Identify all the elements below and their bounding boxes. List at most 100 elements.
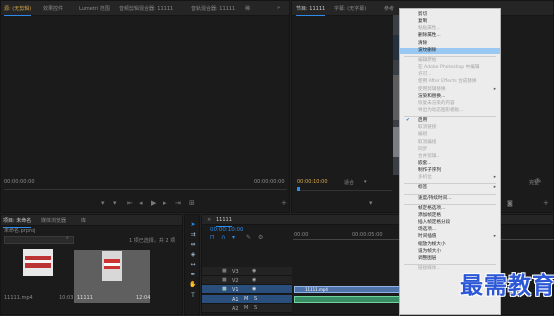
track-header-a2[interactable]: A2 M S [202,304,292,313]
overflow-icon[interactable]: » [277,5,280,11]
tab-captions[interactable]: 字幕: (无字幕) [334,5,366,12]
menu-item[interactable]: 设为帧大小 [400,249,500,255]
program-scrubber[interactable] [297,190,392,191]
wrench-icon[interactable]: ✎ [536,177,542,185]
lock-icon[interactable]: ■ [222,277,227,283]
thumbnail-image [25,260,51,263]
menu-item[interactable]: 删除属性... [400,33,500,39]
tab-audio-clip-mixer[interactable]: 音频剪辑混合器: 11111 [119,5,173,12]
program-add-icon[interactable]: + [543,199,549,207]
tools-panel: ➤ ⇉ ⇹ ◈ ↔ ✒ ✋ T [184,214,200,315]
menu-item: 粘贴属性... [400,26,500,32]
menu-item[interactable]: 制作子序列 [400,168,500,174]
menu-item[interactable]: 缩放为帧大小 [400,242,500,248]
menu-item-label: 调整图层 [418,255,437,261]
track-header-v1[interactable]: V1 ■ ◉ [202,285,292,294]
menu-item[interactable]: 波纹删除 [400,47,500,54]
go-to-out-icon[interactable]: ⇥ [175,199,181,207]
video-clip[interactable]: 11111.mp4 [294,286,400,293]
menu-item: 恢复未渲染的内容 [400,101,500,107]
mark-out-icon[interactable]: ▾ [113,199,117,207]
play-icon[interactable]: ▶ [151,199,156,207]
tab-lumetri-scopes[interactable]: Lumetri 范围 [79,5,110,12]
project-item-thumbnail[interactable] [23,249,53,276]
tab-libraries[interactable]: 库 [81,217,86,224]
menu-item[interactable]: 复制 [400,19,500,25]
menu-separator [404,263,496,265]
linked-selection-icon[interactable]: ∩ [221,234,225,241]
hand-tool-icon[interactable]: ✋ [189,281,197,289]
export-frame-icon[interactable]: ◙ [507,200,513,207]
go-to-in-icon[interactable]: ⇤ [127,199,133,207]
tab-program[interactable]: 节目: 11111 [296,5,326,16]
add-marker-icon[interactable]: ▾ [232,234,235,241]
tab-audio-track-mixer[interactable]: 音轨混合器: 11111 [191,5,235,12]
program-fit-select[interactable]: 适合 [344,179,354,186]
eye-icon[interactable]: ◉ [252,286,256,292]
menu-item[interactable]: 启用 ✔ [400,118,500,124]
source-add-icon[interactable]: + [281,199,287,207]
lock-icon[interactable]: ■ [222,268,227,274]
ripple-edit-tool-icon[interactable]: ⇹ [189,241,197,249]
menu-item[interactable]: 渲染和替换... [400,94,500,100]
track-select-tool-icon[interactable]: ⇉ [189,231,197,239]
solo-button[interactable]: S [254,296,257,302]
menu-item[interactable]: 场选项... [400,227,500,233]
tab-source[interactable]: 源: (无剪辑) [4,5,32,16]
close-icon[interactable]: × [207,217,211,223]
tab-project[interactable]: 项目: 未命名 [3,217,32,228]
source-scrubber[interactable] [4,189,287,190]
menu-item[interactable]: 剪切 [400,12,500,18]
pen-tool-icon[interactable]: ✒ [189,271,197,279]
project-search-input[interactable] [4,236,74,244]
source-panel: 源: (无剪辑) 效果控件 Lumetri 范围 音频剪辑混合器: 11111 … [0,0,290,213]
source-transport: ▾ ▾ ⇤ ◂ ▶ ▸ ⇥ ⊞ [101,199,211,208]
menu-item[interactable]: 调整图层 [400,256,500,262]
menu-item[interactable]: 清除 [400,41,500,47]
project-item-thumbnail[interactable] [102,251,122,281]
selection-tool-icon[interactable]: ➤ [189,221,197,229]
menu-item[interactable]: 添加帧定格 [400,213,500,219]
timeline-settings-icon[interactable]: ✎ [246,234,251,241]
insert-icon[interactable]: ⊞ [189,199,195,207]
track-header-v2[interactable]: V2 ■ ◉ [202,276,292,285]
tab-media-browser[interactable]: 媒体浏览器 [41,217,66,224]
text-tool-icon[interactable]: T [189,292,197,300]
mute-button[interactable]: M [244,305,248,311]
razor-tool-icon[interactable]: ◈ [189,251,197,259]
step-forward-icon[interactable]: ▸ [163,199,167,207]
track-label: V1 [232,287,239,293]
solo-button[interactable]: S [254,305,257,311]
snap-icon[interactable]: ⊓ [210,234,215,241]
menu-item[interactable]: 标签 ▸ [400,185,500,191]
eye-icon[interactable]: ◉ [252,277,256,283]
mark-in-icon[interactable]: ▾ [101,199,105,207]
program-playhead[interactable] [297,187,300,191]
menu-item[interactable]: 时间插值 ▸ [400,234,500,240]
audio-clip[interactable] [294,296,400,303]
program-timecode[interactable]: 00:00:10:00 [297,179,328,185]
tab-sequence[interactable]: 11111 [216,217,232,227]
tab-more[interactable]: 稀 [245,5,250,12]
program-fit-caret[interactable]: ▾ [364,179,367,185]
menu-item-label: 速度/持续时间... [418,195,452,201]
track-header-v3[interactable]: V3 ■ ◉ [202,267,292,276]
menu-item[interactable]: 嵌套... [400,161,500,167]
menu-item[interactable]: 帧定格选项... [400,206,500,212]
source-timecode-left[interactable]: 00:00:00:00 [4,179,35,185]
wrench-icon[interactable]: ⚙ [258,234,263,241]
menu-item[interactable]: 插入帧定格分段 [400,220,500,226]
menu-item-label: 嵌套... [418,161,432,166]
slip-tool-icon[interactable]: ↔ [189,261,197,269]
timeline-timecode[interactable]: 00:00:10:00 [210,227,244,233]
mute-button[interactable]: M [244,296,248,302]
program-step-icon[interactable]: ▾ [369,199,373,207]
eye-icon[interactable]: ◉ [252,268,256,274]
menu-item[interactable]: 速度/持续时间... [400,196,500,202]
lock-icon[interactable]: ■ [222,286,227,292]
tab-effect-controls[interactable]: 效果控件 [43,5,63,12]
track-header-a1[interactable]: A1 M S [202,295,292,304]
tab-reference[interactable]: 参考 [384,5,394,12]
step-back-icon[interactable]: ◂ [139,199,143,207]
menu-item-label: 帧定格选项... [418,205,446,211]
